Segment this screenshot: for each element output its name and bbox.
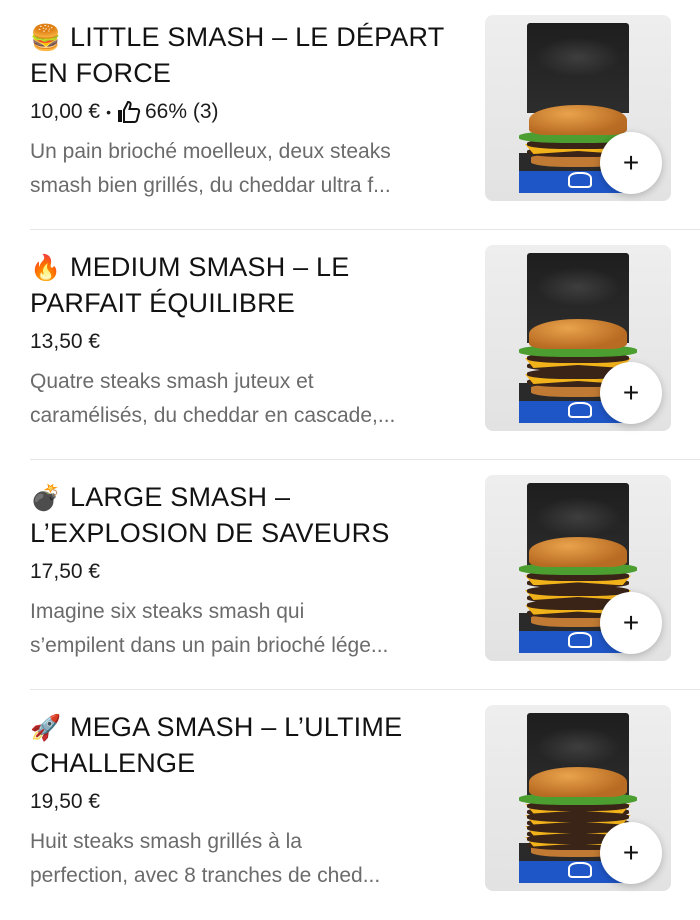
add-to-cart-button[interactable]: + [600, 362, 662, 424]
fire-emoji-icon: 🔥 [30, 254, 62, 282]
item-title: 🍔 LITTLE SMASH – LE DÉPART EN FORCE [30, 20, 470, 91]
menu-item-little-smash[interactable]: 🍔 LITTLE SMASH – LE DÉPART EN FORCE 10,00… [0, 0, 700, 230]
add-to-cart-button[interactable]: + [600, 132, 662, 194]
box-logo-icon [568, 862, 592, 878]
menu-list: 🍔 LITTLE SMASH – LE DÉPART EN FORCE 10,00… [0, 0, 700, 900]
burger-box-lid [527, 23, 629, 113]
bun-top [529, 767, 627, 797]
item-text: 🚀 MEGA SMASH – L’ULTIME CHALLENGE 19,50 €… [30, 710, 470, 893]
item-price: 13,50 € [30, 330, 101, 353]
price-row: 13,50 € [30, 327, 470, 357]
item-text: 💣 LARGE SMASH – L’EXPLOSION DE SAVEURS 17… [30, 480, 470, 663]
title-line-1: LITTLE SMASH – LE DÉPART [70, 22, 445, 52]
bomb-emoji-icon: 💣 [30, 484, 62, 512]
bun-top [529, 105, 627, 135]
thumbs-up-icon [117, 101, 141, 123]
box-logo-icon [568, 172, 592, 188]
title-line-2: L’EXPLOSION DE SAVEURS [30, 518, 390, 548]
item-price: 19,50 € [30, 790, 101, 813]
menu-item-large-smash[interactable]: 💣 LARGE SMASH – L’EXPLOSION DE SAVEURS 17… [0, 460, 700, 690]
bun-top [529, 537, 627, 567]
price-row: 17,50 € [30, 557, 470, 587]
rating-value: 66% (3) [144, 100, 219, 123]
item-text: 🔥 MEDIUM SMASH – LE PARFAIT ÉQUILIBRE 13,… [30, 250, 470, 433]
burger-emoji-icon: 🍔 [30, 24, 62, 52]
item-description: Imagine six steaks smash qui s’empilent … [30, 600, 389, 657]
rocket-emoji-icon: 🚀 [30, 714, 62, 742]
item-description: Huit steaks smash grillés à la perfectio… [30, 830, 381, 887]
box-logo-icon [568, 402, 592, 418]
price-row: 10,00 € • 66% (3) [30, 97, 470, 127]
item-text: 🍔 LITTLE SMASH – LE DÉPART EN FORCE 10,00… [30, 20, 470, 203]
title-line-2: PARFAIT ÉQUILIBRE [30, 288, 295, 318]
title-line-2: EN FORCE [30, 58, 172, 88]
item-description: Un pain brioché moelleux, deux steaks sm… [30, 140, 391, 197]
separator-dot: • [106, 104, 111, 120]
menu-item-mega-smash[interactable]: 🚀 MEGA SMASH – L’ULTIME CHALLENGE 19,50 €… [0, 690, 700, 920]
item-title: 💣 LARGE SMASH – L’EXPLOSION DE SAVEURS [30, 480, 470, 551]
title-line-1: MEDIUM SMASH – LE [70, 252, 350, 282]
add-to-cart-button[interactable]: + [600, 592, 662, 654]
item-title: 🔥 MEDIUM SMASH – LE PARFAIT ÉQUILIBRE [30, 250, 470, 321]
item-price: 17,50 € [30, 560, 101, 583]
item-title: 🚀 MEGA SMASH – L’ULTIME CHALLENGE [30, 710, 470, 781]
item-price: 10,00 € [30, 100, 101, 123]
title-line-2: CHALLENGE [30, 748, 196, 778]
price-row: 19,50 € [30, 787, 470, 817]
title-line-1: MEGA SMASH – L’ULTIME [70, 712, 403, 742]
menu-item-medium-smash[interactable]: 🔥 MEDIUM SMASH – LE PARFAIT ÉQUILIBRE 13,… [0, 230, 700, 460]
add-to-cart-button[interactable]: + [600, 822, 662, 884]
title-line-1: LARGE SMASH – [70, 482, 291, 512]
box-logo-icon [568, 632, 592, 648]
item-description: Quatre steaks smash juteux et caramélisé… [30, 370, 396, 427]
bun-top [529, 319, 627, 349]
